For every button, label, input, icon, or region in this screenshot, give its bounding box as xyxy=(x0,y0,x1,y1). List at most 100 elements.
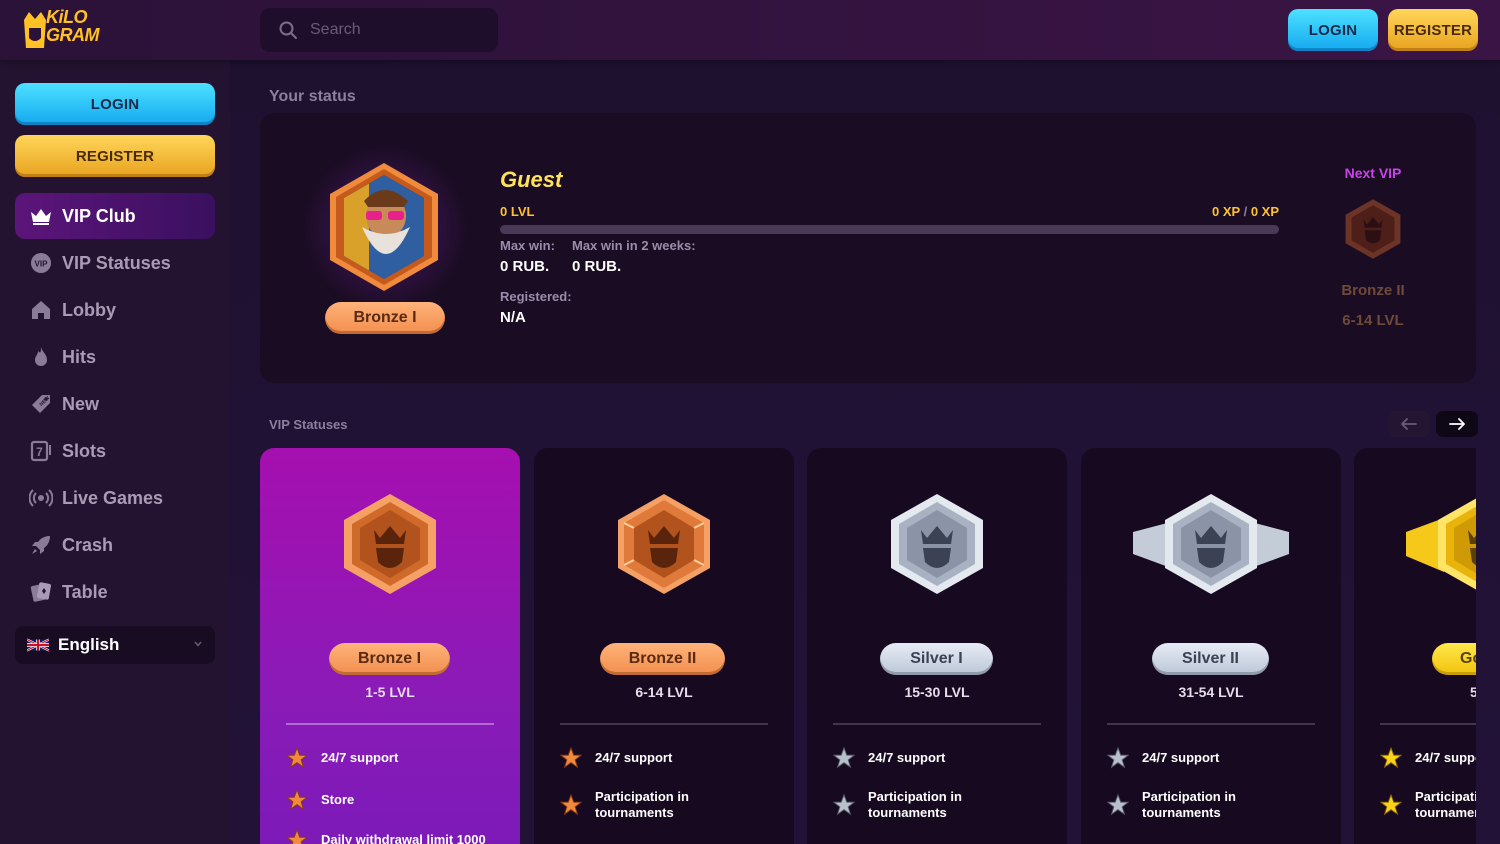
vip-cards-carousel: Bronze I 1-5 LVL 24/7 support Store Dail… xyxy=(260,448,1476,844)
feature-text: 24/7 support xyxy=(868,750,946,765)
feature-text: Participation in tournaments xyxy=(1142,789,1236,820)
vip-card-silver-2[interactable]: Silver II 31-54 LVL 24/7 support Partici… xyxy=(1081,448,1341,844)
main-content: Your status Bronze I Guest 0 LVL 0 XP / … xyxy=(230,60,1500,844)
feature-item: Participation in tournaments xyxy=(1107,789,1327,821)
search-icon xyxy=(279,21,297,39)
sidebar-item-hits[interactable]: Hits xyxy=(15,334,215,380)
feature-text: 24/7 support xyxy=(321,750,399,765)
crown-logo-icon xyxy=(24,12,46,48)
sidebar-item-vip-club[interactable]: VIP Club xyxy=(15,193,215,239)
language-selector[interactable]: English xyxy=(15,626,215,664)
sidebar-register-button[interactable]: REGISTER xyxy=(15,135,215,177)
carousel-prev-button[interactable] xyxy=(1388,411,1430,437)
feature-text: Store xyxy=(321,792,355,807)
sidebar-item-label: Crash xyxy=(62,534,114,555)
gold-winged-badge-icon xyxy=(1406,498,1476,590)
flame-icon xyxy=(35,347,47,366)
feature-text: Participation in tournaments xyxy=(595,789,689,820)
feature-text: 24/7 support xyxy=(1142,750,1220,765)
sidebar-item-new[interactable]: NEW New xyxy=(15,381,215,427)
sidebar-login-button[interactable]: LOGIN xyxy=(15,83,215,125)
silver-star-icon xyxy=(833,747,855,769)
feature-text: 24/7 support xyxy=(595,750,673,765)
divider xyxy=(1107,723,1315,725)
slot-icon: 7 xyxy=(30,440,51,462)
bronze-badge-icon xyxy=(618,494,710,594)
xp-progress-bar xyxy=(500,225,1279,234)
sidebar-item-lobby[interactable]: Lobby xyxy=(15,287,215,333)
gold-star-icon xyxy=(1380,747,1402,769)
registered-value: N/A xyxy=(500,309,526,326)
vip-card-levels: 1-5 LVL xyxy=(365,684,415,700)
cards-icon xyxy=(30,582,51,602)
silver-star-icon xyxy=(1107,794,1129,816)
divider xyxy=(1380,723,1476,725)
sidebar-item-crash[interactable]: Crash xyxy=(15,522,215,568)
max-win-label: Max win: xyxy=(500,238,555,253)
vip-card-gold-1[interactable]: Gold I 55-8 24/7 support Participation i… xyxy=(1354,448,1476,844)
vip-card-bronze-1[interactable]: Bronze I 1-5 LVL 24/7 support Store Dail… xyxy=(260,448,520,844)
registered-label: Registered: xyxy=(500,289,572,304)
divider xyxy=(286,723,494,725)
next-vip-name: Bronze II xyxy=(1341,282,1405,299)
feature-text: Participation in tournaments xyxy=(1415,789,1476,820)
vip-card-silver-1[interactable]: Silver I 15-30 LVL 24/7 support Particip… xyxy=(807,448,1067,844)
sidebar: LOGIN REGISTER VIP Club VIP VIP Statuses… xyxy=(0,60,230,844)
logo-text-top: KiLO xyxy=(46,7,88,27)
svg-text:VIP: VIP xyxy=(35,260,49,269)
vip-card-name: Bronze II xyxy=(600,643,725,675)
vip-card-name: Bronze I xyxy=(329,643,450,675)
current-status-badge: Bronze I xyxy=(325,302,445,334)
sidebar-item-label: VIP Club xyxy=(62,205,136,226)
xp-separator: / xyxy=(1239,204,1251,219)
live-icon xyxy=(29,489,53,507)
sidebar-item-label: Lobby xyxy=(62,299,116,320)
vip-card-levels: 55-8 xyxy=(1469,684,1476,700)
search-box[interactable] xyxy=(260,8,498,52)
header-login-button[interactable]: LOGIN xyxy=(1288,9,1378,51)
feature-item: 24/7 support xyxy=(560,747,780,769)
user-avatar xyxy=(330,163,438,291)
arrow-right-icon xyxy=(1449,418,1465,430)
vip-card-name: Silver I xyxy=(880,643,993,675)
search-input[interactable] xyxy=(310,8,490,52)
divider xyxy=(833,723,1041,725)
sidebar-item-label: Hits xyxy=(62,346,97,367)
max-win-2w-value: 0 RUB. xyxy=(572,258,622,275)
feature-item: Participation in tournaments xyxy=(560,789,780,821)
silver-winged-badge-icon xyxy=(1133,494,1289,594)
user-level: 0 LVL xyxy=(500,204,535,219)
feature-item: 24/7 support xyxy=(286,747,506,769)
feature-text: Daily withdrawal limit 1000 xyxy=(321,832,486,844)
vip-card-levels: 31-54 LVL xyxy=(1178,684,1244,700)
sidebar-item-slots[interactable]: 7 Slots xyxy=(15,428,215,474)
divider xyxy=(560,723,768,725)
new-tag-icon: NEW xyxy=(32,395,51,413)
carousel-next-button[interactable] xyxy=(1436,411,1478,437)
header-register-button[interactable]: REGISTER xyxy=(1388,9,1478,51)
sidebar-item-table[interactable]: Table xyxy=(15,569,215,615)
house-icon xyxy=(32,301,50,319)
sidebar-item-label: VIP Statuses xyxy=(62,252,171,273)
feature-item: Participation in tournaments xyxy=(833,789,1053,821)
vip-card-name: Silver II xyxy=(1152,643,1269,675)
xp-current: 0 XP xyxy=(1212,204,1240,219)
feature-text: Participation in tournaments xyxy=(868,789,962,820)
sidebar-item-live-games[interactable]: Live Games xyxy=(15,475,215,521)
next-vip-levels: 6-14 LVL xyxy=(1342,312,1404,329)
vip-card-bronze-2[interactable]: Bronze II 6-14 LVL 24/7 support Particip… xyxy=(534,448,794,844)
sidebar-item-vip-statuses[interactable]: VIP VIP Statuses xyxy=(15,240,215,286)
logo-text-bottom: GRAM xyxy=(46,25,100,45)
sidebar-item-label: New xyxy=(62,393,100,414)
feature-item: Store xyxy=(286,789,506,811)
vip-card-levels: 15-30 LVL xyxy=(904,684,970,700)
bronze-star-icon xyxy=(286,829,308,844)
kilogram-logo[interactable]: KiLO GRAM xyxy=(22,8,102,50)
status-card: Bronze I Guest 0 LVL 0 XP / 0 XP Max win… xyxy=(260,113,1476,383)
xp-total: 0 XP xyxy=(1250,204,1279,219)
silver-star-icon xyxy=(833,794,855,816)
arrow-left-icon xyxy=(1401,418,1417,430)
feature-item: 24/7 support xyxy=(1380,747,1476,769)
silver-badge-icon xyxy=(891,494,983,594)
chevron-down-icon xyxy=(194,641,202,647)
